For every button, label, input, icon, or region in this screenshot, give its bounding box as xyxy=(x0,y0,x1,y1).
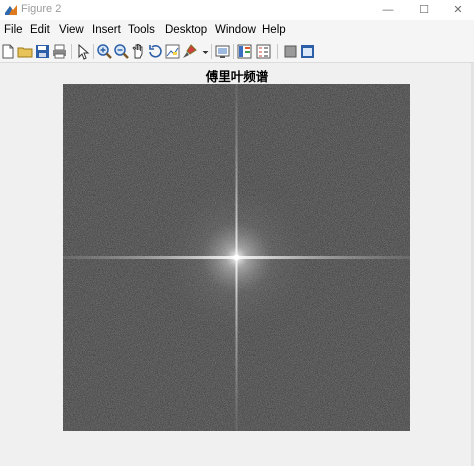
close-button[interactable]: ✕ xyxy=(438,0,474,20)
pan-hand-icon[interactable] xyxy=(130,43,147,60)
brush-dropdown-icon[interactable] xyxy=(197,43,209,60)
print-icon[interactable] xyxy=(51,43,68,60)
menu-insert[interactable]: Insert xyxy=(92,24,121,36)
edit-plot-arrow-icon[interactable] xyxy=(74,43,91,60)
fourier-spectrum-image[interactable] xyxy=(63,84,410,431)
insert-legend-icon[interactable] xyxy=(255,43,272,60)
minimize-button[interactable]: — xyxy=(368,0,408,20)
hide-plot-tools-icon[interactable] xyxy=(282,43,299,60)
brush-icon[interactable] xyxy=(181,43,198,60)
toolbar-separator xyxy=(211,44,212,59)
menu-window[interactable]: Window xyxy=(215,24,256,36)
menu-help[interactable]: Help xyxy=(262,24,286,36)
menu-edit[interactable]: Edit xyxy=(30,24,50,36)
spectrum-dc-component xyxy=(233,254,240,261)
menu-view[interactable]: View xyxy=(59,24,84,36)
toolbar-separator xyxy=(71,44,72,59)
menu-file[interactable]: File xyxy=(4,24,23,36)
window-title: Figure 2 xyxy=(21,3,62,15)
menu-tools[interactable]: Tools xyxy=(128,24,155,36)
data-cursor-icon[interactable] xyxy=(164,43,181,60)
save-icon[interactable] xyxy=(34,43,51,60)
window-titlebar: Figure 2 — ☐ ✕ xyxy=(0,0,474,21)
menu-desktop[interactable]: Desktop xyxy=(165,24,207,36)
open-file-icon[interactable] xyxy=(17,43,34,60)
rotate-3d-icon[interactable] xyxy=(147,43,164,60)
show-plot-tools-icon[interactable] xyxy=(299,43,316,60)
toolbar-separator xyxy=(93,44,94,59)
toolbar-separator xyxy=(277,44,278,59)
new-figure-icon[interactable] xyxy=(0,43,17,60)
zoom-out-icon[interactable] xyxy=(113,43,130,60)
insert-colorbar-icon[interactable] xyxy=(236,43,253,60)
menu-bar: File Edit View Insert Tools Desktop Wind… xyxy=(0,20,474,41)
zoom-in-icon[interactable] xyxy=(96,43,113,60)
toolbar-separator xyxy=(233,44,234,59)
plot-title: 傅里叶频谱 xyxy=(205,69,269,84)
matlab-logo-icon xyxy=(5,5,17,15)
link-plot-icon[interactable] xyxy=(214,43,231,60)
figure-toolbar xyxy=(0,41,474,63)
